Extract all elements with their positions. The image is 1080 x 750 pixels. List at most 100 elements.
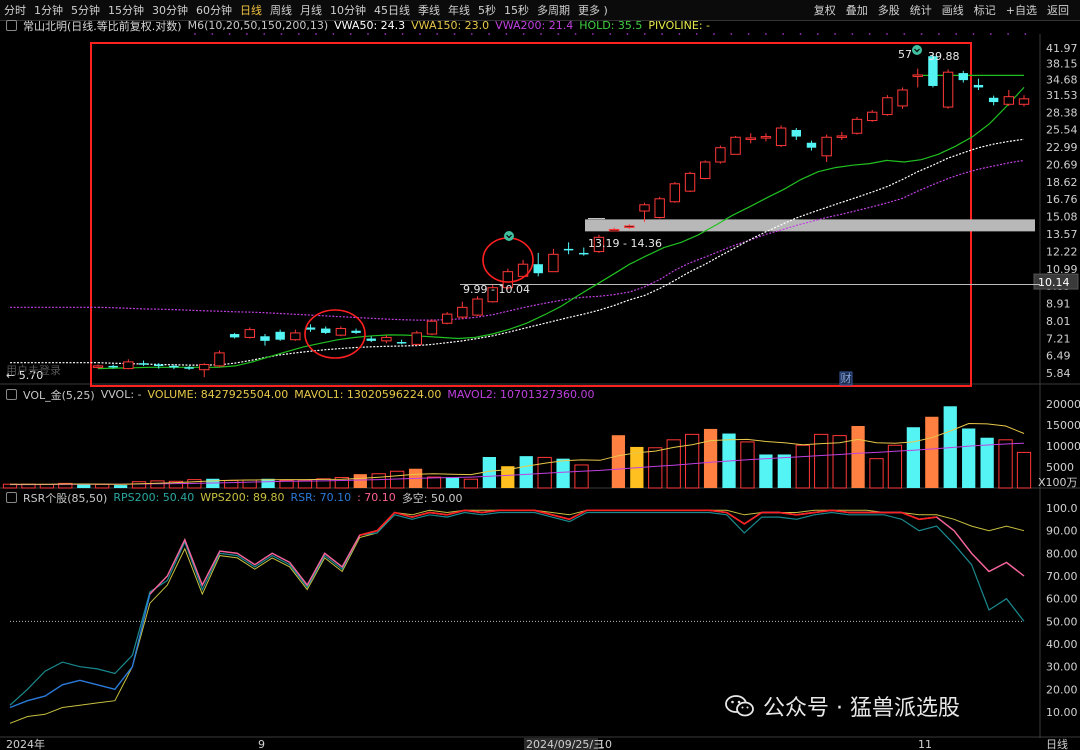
candle-body [912,74,923,77]
volume-bar [113,485,128,488]
candle-body [563,248,574,251]
candle-body [1003,96,1015,105]
x-axis-label: 11 [918,738,932,750]
rsr-tick-label: 60.00 [1046,593,1078,606]
rsr-tick-label: 40.00 [1046,638,1078,651]
volume-bar [426,476,442,489]
volume-tick-label: 5000 [1046,461,1074,474]
candle-body [199,364,210,371]
marker-dot [730,33,733,35]
price-tick-label: 41.97 [1046,42,1078,55]
candle-body [715,147,726,163]
signal-marker-icon [504,231,514,241]
candle-body [882,97,893,116]
candle-body [639,204,650,212]
candle-body [533,264,543,274]
volume-bar [242,479,257,489]
marker-dot [747,33,750,35]
candle-body [441,313,453,324]
rsr-tick-label: 30.00 [1046,661,1078,674]
volume-bar [740,441,755,489]
marker-dot [834,33,836,35]
candle-body [806,142,817,148]
marker-dot [1007,33,1009,35]
volume-bar [519,456,533,488]
marker-dot [574,33,577,35]
candle-body [366,338,376,341]
marker-dot [557,33,560,35]
rsr-tick-label: 90.00 [1046,525,1078,538]
rps-line [9,511,1025,706]
candle-body [579,252,589,255]
price-tick-label: 31.53 [1046,89,1078,102]
volume-bar [851,425,865,488]
peak-label: 39.88 [928,50,960,63]
marker-dot [713,33,715,35]
volume-bar [925,416,939,488]
candle-body [426,320,438,335]
candle-body [457,306,468,318]
rsr-tick-label: 20.00 [1046,683,1078,696]
marker-dot [643,33,646,35]
price-tick-label: 38.15 [1046,58,1078,71]
x-axis-label: 9 [258,738,265,750]
price-tick-label: 18.62 [1046,176,1078,189]
ma-magenta-line [97,159,1025,321]
volume-unit-label: X100万 [1038,476,1078,489]
candle-body [760,136,772,139]
marker-dot [246,33,248,35]
price-tick-label: 34.68 [1046,73,1078,86]
candle-body [548,253,559,273]
volume-bar [869,458,884,489]
volume-bar [574,464,589,489]
candle-body [108,365,118,368]
marker-dot [695,33,698,35]
volume-tick-label: 20000 [1046,398,1080,411]
rsr-tick-label: 80.00 [1046,547,1078,560]
marker-dot [436,33,439,35]
chart-canvas[interactable]: 41.97 38.15 34.68 31.53 28.38 25.54 22.99 20.69… [0,0,1080,750]
marker-dot [263,33,266,35]
marker-dot [678,33,681,35]
marker-dot [903,33,906,35]
rsr-highlight-line [149,509,1025,595]
price-tick-label: 16.76 [1046,193,1078,206]
candle-body [184,367,194,369]
marker-dot [315,33,317,35]
candle-body [472,298,483,316]
price-tick-label: 7.21 [1046,332,1071,345]
volume-bar [556,458,570,488]
marker-dot [626,33,629,35]
volume-bar [685,433,700,489]
volume-bar [316,478,331,489]
candle-body [821,136,832,157]
marker-dot [1024,33,1027,35]
marker-dot [280,33,283,35]
candle-body [123,361,134,370]
candle-body [320,328,331,333]
candle-body [305,327,316,330]
candle-body [169,365,179,368]
period-label: 日线 [1046,737,1068,750]
marker-dot [955,33,958,35]
volume-bar [759,454,773,488]
volume-tick-label: 10000 [1046,440,1080,453]
candle-body [669,183,681,203]
volume-bar [1016,451,1032,489]
candle-body [608,228,620,232]
candle-body [684,172,696,192]
volume-bar [814,433,829,489]
marker-dot [384,33,387,35]
price-tick-label: 13.57 [1046,228,1078,241]
volume-bar [445,477,460,488]
marker-dot [592,33,594,35]
volume-tick-label: 15000 [1046,419,1080,432]
price-tick-label: 28.38 [1046,106,1078,119]
wechat-icon [725,695,754,717]
candle-body [244,329,256,338]
volume-bar [463,478,479,489]
highlight-box [90,42,972,387]
candle-body [411,332,422,345]
marker-dot [488,33,490,35]
marker-dot [297,33,300,35]
